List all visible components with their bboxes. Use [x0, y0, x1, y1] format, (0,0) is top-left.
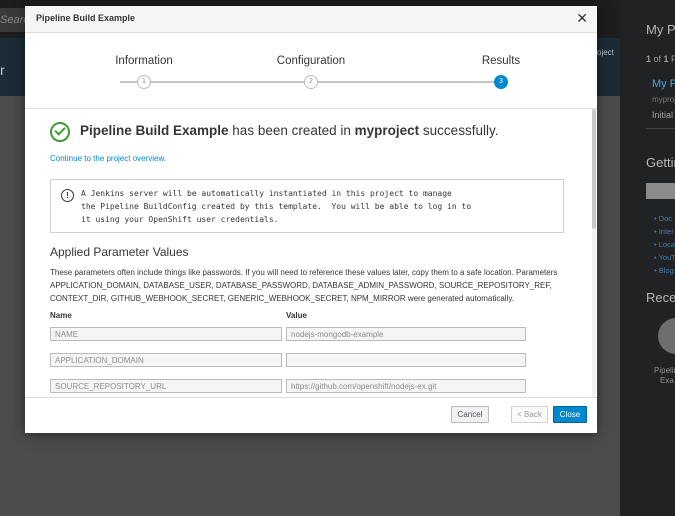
info-message-text: A Jenkins server will be automatically i… — [81, 189, 472, 224]
cancel-button[interactable]: Cancel — [451, 406, 489, 423]
param-value-field[interactable]: nodejs-mongodb-example — [286, 327, 526, 341]
project-count: 1 of 1 Pr — [646, 54, 675, 64]
param-name-field[interactable]: SOURCE_REPOSITORY_URL — [50, 379, 282, 393]
pipeline-wizard-modal: Pipeline Build Example ✕ Information 1 C… — [25, 6, 597, 433]
name-column-header: Name — [50, 311, 72, 320]
recent-item-label[interactable]: Pipelin — [654, 366, 675, 375]
project-header-text: r — [0, 62, 5, 78]
modal-footer: Cancel < Back Close — [25, 397, 597, 433]
back-button[interactable]: < Back — [511, 406, 548, 423]
link-youtube[interactable]: • YouT — [654, 253, 675, 266]
wizard-step-information[interactable]: Information 1 — [84, 33, 204, 103]
step-number: 3 — [494, 75, 508, 89]
project-status: Initial e — [652, 110, 675, 120]
project-header-right-text: oject — [597, 48, 614, 57]
getting-started-links: • Doc • Inter • Loca • YouT • Blog — [654, 214, 675, 279]
continue-to-overview-link[interactable]: Continue to the project overview. — [50, 154, 166, 163]
step-label: Results — [481, 55, 521, 67]
wizard-step-results[interactable]: Results 3 — [441, 33, 561, 103]
divider — [646, 128, 675, 129]
modal-scrollbar-thumb[interactable] — [592, 109, 596, 229]
link-blog[interactable]: • Blog — [654, 266, 675, 279]
applied-parameters-heading: Applied Parameter Values — [50, 245, 189, 259]
link-interactive[interactable]: • Inter — [654, 227, 675, 240]
param-value-field[interactable]: https://github.com/openshift/nodejs-ex.g… — [286, 379, 526, 393]
project-id: myproj — [652, 95, 675, 104]
success-message: Pipeline Build Example has been created … — [80, 123, 499, 138]
right-sidebar: My Pr 1 of 1 Pr My P myproj Initial e Ge… — [620, 0, 675, 516]
close-icon[interactable]: ✕ — [576, 10, 588, 26]
wizard-step-configuration[interactable]: Configuration 2 — [251, 33, 371, 103]
recent-item-label-2[interactable]: Exa — [660, 376, 674, 385]
param-name-field[interactable]: NAME — [50, 327, 282, 341]
step-label: Configuration — [276, 55, 346, 67]
link-local[interactable]: • Loca — [654, 240, 675, 253]
param-name-field[interactable]: APPLICATION_DOMAIN — [50, 353, 282, 367]
info-message-box: ! A Jenkins server will be automatically… — [50, 179, 564, 233]
recent-item-icon[interactable] — [658, 318, 675, 354]
modal-header: Pipeline Build Example ✕ — [25, 6, 597, 33]
getting-started-button[interactable] — [646, 183, 675, 199]
value-column-header: Value — [286, 311, 307, 320]
param-value-field[interactable] — [286, 353, 526, 367]
wizard-steps: Information 1 Configuration 2 Results 3 — [25, 33, 597, 109]
applied-parameters-description: These parameters often include things li… — [50, 268, 558, 303]
step-number: 2 — [304, 75, 318, 89]
close-button[interactable]: Close — [553, 406, 587, 423]
info-icon: ! — [61, 189, 74, 202]
recent-heading: Recen — [646, 290, 675, 305]
check-circle-icon — [50, 122, 70, 142]
step-label: Information — [115, 55, 173, 67]
modal-title: Pipeline Build Example — [36, 13, 136, 23]
step-number: 1 — [137, 75, 151, 89]
getting-started-heading: Gettin — [646, 155, 675, 170]
my-projects-heading: My Pr — [646, 22, 675, 37]
project-link[interactable]: My P — [652, 78, 675, 90]
modal-body: Pipeline Build Example has been created … — [25, 109, 591, 397]
link-documentation[interactable]: • Doc — [654, 214, 675, 227]
